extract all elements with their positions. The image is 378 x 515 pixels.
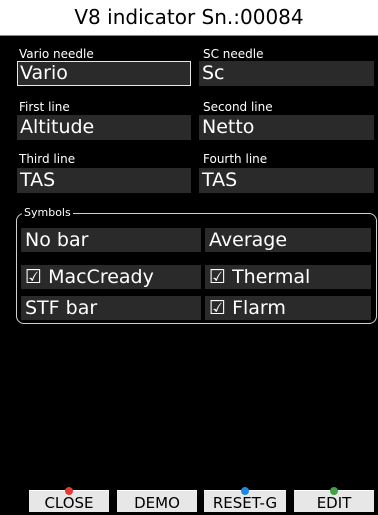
close-button[interactable]: CLOSE bbox=[29, 487, 109, 512]
reset-g-button-label: RESET-G bbox=[212, 494, 278, 512]
edit-button[interactable]: EDIT bbox=[294, 487, 374, 512]
vario-needle-label: Vario needle bbox=[19, 47, 94, 61]
symbols-group-title: Symbols bbox=[22, 206, 73, 220]
edit-icon bbox=[330, 487, 338, 495]
reset-icon bbox=[241, 487, 249, 495]
symbol-flarm-checkbox[interactable]: ☑ Flarm bbox=[205, 296, 371, 320]
symbol-maccready-checkbox[interactable]: ☑ MacCready bbox=[21, 265, 201, 289]
third-line-field[interactable]: TAS bbox=[17, 168, 191, 193]
fourth-line-label: Fourth line bbox=[203, 152, 268, 166]
dialog-title: V8 indicator Sn.:00084 bbox=[0, 0, 378, 36]
demo-button-label: DEMO bbox=[134, 494, 180, 512]
close-icon bbox=[65, 487, 73, 495]
demo-button[interactable]: DEMO bbox=[117, 490, 197, 512]
reset-g-button[interactable]: RESET-G bbox=[204, 487, 286, 512]
sc-needle-label: SC needle bbox=[203, 47, 264, 61]
symbol-thermal-checkbox[interactable]: ☑ Thermal bbox=[205, 265, 371, 289]
third-line-label: Third line bbox=[19, 152, 76, 166]
fourth-line-field[interactable]: TAS bbox=[199, 168, 374, 193]
edit-button-label: EDIT bbox=[316, 494, 352, 512]
symbol-bar-type[interactable]: No bar bbox=[21, 228, 201, 252]
symbol-average[interactable]: Average bbox=[205, 228, 371, 252]
sc-needle-field[interactable]: Sc bbox=[199, 61, 374, 86]
second-line-field[interactable]: Netto bbox=[199, 115, 374, 140]
first-line-label: First line bbox=[19, 100, 70, 114]
first-line-field[interactable]: Altitude bbox=[17, 115, 191, 140]
close-button-label: CLOSE bbox=[44, 494, 94, 512]
symbol-stf-bar[interactable]: STF bar bbox=[21, 296, 201, 320]
second-line-label: Second line bbox=[203, 100, 273, 114]
vario-needle-field[interactable]: Vario bbox=[17, 61, 191, 86]
